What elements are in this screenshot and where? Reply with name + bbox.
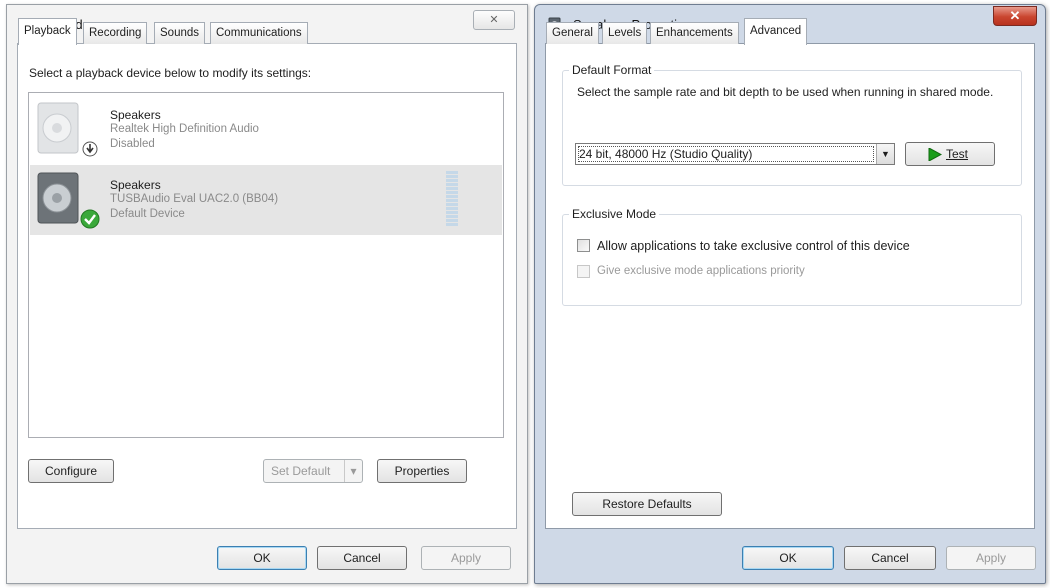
device-status: Default Device (110, 208, 185, 220)
speakers-properties-window: Speakers Properties ✕ General Levels Enh… (534, 4, 1046, 584)
advanced-tab-panel: General Levels Enhancements Advanced Def… (545, 18, 1035, 529)
sample-rate-dropdown[interactable]: 24 bit, 48000 Hz (Studio Quality) ▼ (575, 143, 895, 165)
device-name: Speakers (110, 108, 161, 122)
default-format-description: Select the sample rate and bit depth to … (577, 85, 994, 99)
tab-communications[interactable]: Communications (210, 22, 308, 44)
properties-button[interactable]: Properties (377, 459, 467, 483)
apply-button: Apply (421, 546, 511, 570)
tab-playback[interactable]: Playback (18, 18, 77, 45)
instruction-text: Select a playback device below to modify… (29, 66, 312, 80)
allow-exclusive-checkbox[interactable] (577, 239, 590, 252)
dropdown-arrow-icon: ▼ (876, 144, 894, 164)
default-format-group: Default Format Select the sample rate an… (562, 63, 1022, 186)
device-item-realtek[interactable]: Speakers Realtek High Definition Audio D… (30, 95, 502, 165)
configure-button[interactable]: Configure (28, 459, 114, 483)
apply-button: Apply (946, 546, 1036, 570)
exclusive-priority-label: Give exclusive mode applications priorit… (597, 265, 805, 277)
device-status: Disabled (110, 138, 155, 150)
cancel-button[interactable]: Cancel (317, 546, 407, 570)
test-button[interactable]: Test (905, 142, 995, 166)
group-title: Default Format (569, 63, 655, 77)
exclusive-priority-checkbox (577, 265, 590, 278)
close-button[interactable]: ✕ (993, 6, 1037, 26)
playback-tab-panel: Playback Recording Sounds Communications… (17, 18, 517, 529)
close-button[interactable]: ✕ (473, 10, 515, 30)
set-default-button: Set Default ▾ (263, 459, 363, 483)
tab-general[interactable]: General (546, 22, 599, 44)
device-name: Speakers (110, 178, 161, 192)
tab-advanced[interactable]: Advanced (744, 18, 808, 45)
test-label: Test (946, 147, 969, 161)
sound-window: Sound ✕ Playback Recording Sounds Commun… (6, 4, 528, 584)
play-icon (928, 148, 942, 161)
exclusive-mode-group: Exclusive Mode Allow applications to tak… (562, 207, 1022, 306)
tab-recording[interactable]: Recording (83, 22, 148, 44)
device-driver: Realtek High Definition Audio (110, 123, 259, 135)
device-list[interactable]: Speakers Realtek High Definition Audio D… (28, 92, 504, 438)
disabled-arrow-icon (82, 141, 98, 157)
tab-levels[interactable]: Levels (602, 22, 648, 44)
group-title: Exclusive Mode (569, 207, 660, 221)
ok-button[interactable]: OK (742, 546, 834, 570)
restore-defaults-label: Restore Defaults (602, 497, 692, 511)
ok-button[interactable]: OK (217, 546, 307, 570)
allow-exclusive-label[interactable]: Allow applications to take exclusive con… (597, 239, 910, 253)
cancel-button[interactable]: Cancel (844, 546, 936, 570)
tab-sounds[interactable]: Sounds (154, 22, 206, 44)
restore-defaults-button[interactable]: Restore Defaults (572, 492, 722, 516)
set-default-dropdown-icon: ▾ (344, 460, 362, 482)
device-item-tusbaudio[interactable]: Speakers TUSBAudio Eval UAC2.0 (BB04) De… (30, 165, 502, 235)
selected-format: 24 bit, 48000 Hz (Studio Quality) (576, 144, 876, 164)
device-driver: TUSBAudio Eval UAC2.0 (BB04) (110, 193, 279, 205)
volume-level-meter (446, 171, 458, 227)
set-default-label: Set Default (271, 464, 331, 478)
default-device-check-icon (80, 209, 100, 229)
tab-enhancements[interactable]: Enhancements (650, 22, 739, 44)
